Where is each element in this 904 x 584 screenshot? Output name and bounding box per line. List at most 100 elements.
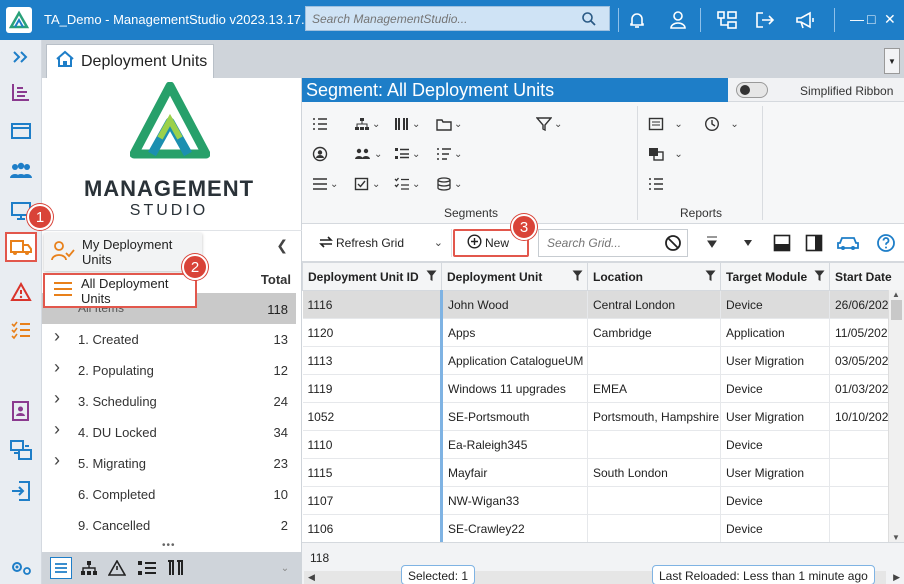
- grid-search-input[interactable]: [539, 230, 657, 256]
- clear-search-icon[interactable]: [663, 233, 683, 256]
- tree-item[interactable]: › 5. Migrating 23: [42, 448, 296, 479]
- tree-item[interactable]: › 1. Created 13: [42, 324, 296, 355]
- import-icon[interactable]: [5, 476, 37, 506]
- checkbox-dropdown-icon[interactable]: ⌄: [354, 174, 388, 194]
- tree-item[interactable]: › 4. DU Locked 34: [42, 417, 296, 448]
- copy-dropdown-icon[interactable]: ⌄: [648, 144, 692, 164]
- global-search-input[interactable]: [306, 7, 576, 30]
- table-row[interactable]: 1120 Apps Cambridge Application 11/05/202: [302, 318, 904, 347]
- megaphone-icon[interactable]: [792, 7, 818, 33]
- tree-item[interactable]: 9. Cancelled 2: [42, 510, 296, 541]
- car-icon[interactable]: [836, 231, 860, 255]
- report-list-icon[interactable]: [648, 174, 682, 194]
- folder-dropdown-icon[interactable]: ⌄: [436, 114, 470, 134]
- org-chart-dropdown-icon[interactable]: ⌄: [354, 114, 388, 134]
- simplified-ribbon-toggle[interactable]: Simplified Ribbon: [728, 78, 904, 102]
- list-view-icon[interactable]: [50, 557, 72, 579]
- transfer-icon[interactable]: [5, 435, 37, 465]
- menu-dropdown-icon[interactable]: ⌄: [312, 174, 346, 194]
- table-row[interactable]: 1052 SE-Portsmouth Portsmouth, Hampshire Us…: [302, 402, 904, 431]
- users-icon[interactable]: [5, 156, 37, 186]
- maximize-icon[interactable]: □: [867, 11, 875, 27]
- table-row[interactable]: 1106 SE-Crawley22 Device: [302, 514, 904, 542]
- search-icon[interactable]: [581, 11, 597, 30]
- help-icon[interactable]: [874, 231, 898, 255]
- column-header[interactable]: Deployment Unit ID: [302, 262, 442, 291]
- columns-dropdown-icon[interactable]: ⌄: [394, 114, 428, 134]
- tree-item[interactable]: › 2. Populating 12: [42, 355, 296, 386]
- table-row[interactable]: 1115 Mayfair South London User Migration: [302, 458, 904, 487]
- side-panel-icon[interactable]: [802, 231, 826, 255]
- bottom-panel-icon[interactable]: [770, 231, 794, 255]
- grid-search[interactable]: [538, 229, 688, 257]
- warning-icon[interactable]: [5, 277, 37, 307]
- tab-deployment-units[interactable]: Deployment Units: [46, 44, 214, 78]
- table-row[interactable]: 1116 John Wood Central London Device 26/06/2…: [302, 290, 904, 319]
- checklist-icon[interactable]: [5, 315, 37, 345]
- user-check-icon: [50, 240, 76, 265]
- column-header[interactable]: Deployment Unit: [441, 262, 588, 291]
- table-row[interactable]: 1119 Windows 11 upgrades EMEA Device 01/03/2…: [302, 374, 904, 403]
- toggle-switch[interactable]: [736, 82, 768, 98]
- segment-title: Segment: All Deployment Units: [302, 78, 728, 102]
- table-row[interactable]: 1110 Ea-Raleigh345 Device: [302, 430, 904, 459]
- column-filter-icon[interactable]: [572, 270, 583, 285]
- table-row[interactable]: 1107 NW-Wigan33 Device: [302, 486, 904, 515]
- column-header[interactable]: Location: [587, 262, 721, 291]
- sorted-list-dropdown-icon[interactable]: ⌄: [436, 144, 470, 164]
- expand-rail-icon[interactable]: [5, 42, 37, 72]
- window-icon[interactable]: [5, 116, 37, 146]
- contact-card-icon[interactable]: [5, 396, 37, 426]
- clock-dropdown-icon[interactable]: ⌄: [704, 114, 748, 134]
- task-list-icon[interactable]: [136, 557, 158, 579]
- global-search[interactable]: [305, 6, 610, 31]
- report-dropdown-icon[interactable]: ⌄: [648, 114, 692, 134]
- chevron-down-icon[interactable]: ⌄: [434, 236, 443, 249]
- table-cell: 1106: [302, 514, 442, 542]
- filter-dropdown-icon[interactable]: ⌄: [536, 114, 570, 134]
- checklist-dropdown-icon[interactable]: ⌄: [394, 144, 428, 164]
- sort-arrow-icon[interactable]: [736, 231, 760, 255]
- vertical-scrollbar[interactable]: ▲ ▼: [888, 290, 904, 542]
- hierarchy-icon[interactable]: [78, 557, 100, 579]
- user-icon[interactable]: [665, 7, 691, 33]
- deployment-units-nav[interactable]: [5, 232, 37, 262]
- filter-arrow-icon[interactable]: [700, 231, 724, 255]
- columns-icon[interactable]: [164, 557, 186, 579]
- bell-icon[interactable]: [624, 7, 650, 33]
- warning-outline-icon[interactable]: [106, 557, 128, 579]
- chevron-right-icon[interactable]: ›: [54, 357, 60, 378]
- tree-item[interactable]: › 3. Scheduling 24: [42, 386, 296, 417]
- settings-icon[interactable]: [5, 552, 37, 582]
- all-deployment-units-item[interactable]: All Deployment Units: [43, 273, 197, 308]
- table-cell: 1107: [302, 486, 442, 515]
- chevron-right-icon[interactable]: ›: [54, 419, 60, 440]
- column-filter-icon[interactable]: [426, 270, 437, 285]
- sitemap-icon[interactable]: [714, 7, 740, 33]
- check-list-dropdown-icon[interactable]: ⌄: [394, 174, 428, 194]
- chart-icon[interactable]: [5, 77, 37, 107]
- chevron-right-icon[interactable]: ›: [54, 388, 60, 409]
- user-circle-icon[interactable]: [312, 144, 346, 164]
- close-icon[interactable]: ✕: [884, 11, 896, 28]
- table-row[interactable]: 1113 Application CatalogueUM User Migratio…: [302, 346, 904, 375]
- column-filter-icon[interactable]: [814, 270, 825, 285]
- list-icon[interactable]: [312, 114, 346, 134]
- refresh-grid-button[interactable]: Refresh Grid ⌄: [308, 229, 452, 257]
- my-deployment-units-item[interactable]: My Deployment Units: [44, 233, 202, 271]
- chevron-right-icon[interactable]: ›: [54, 450, 60, 471]
- column-filter-icon[interactable]: [705, 270, 716, 285]
- chevron-left-icon[interactable]: ❮: [276, 237, 288, 254]
- tree-item[interactable]: 6. Completed 10: [42, 479, 296, 510]
- chevron-down-icon[interactable]: ⌄: [274, 557, 296, 579]
- column-header[interactable]: Start Date: [829, 262, 904, 291]
- column-header[interactable]: Target Module: [720, 262, 830, 291]
- chevron-right-icon[interactable]: ›: [54, 326, 60, 347]
- database-dropdown-icon[interactable]: ⌄: [436, 174, 470, 194]
- table-cell: 1120: [302, 318, 442, 347]
- table-cell: Apps: [440, 318, 588, 347]
- tab-list-dropdown[interactable]: ▼: [884, 48, 900, 74]
- logout-icon[interactable]: [752, 7, 778, 33]
- minimize-icon[interactable]: —: [850, 11, 864, 27]
- group-dropdown-icon[interactable]: ⌄: [354, 144, 388, 164]
